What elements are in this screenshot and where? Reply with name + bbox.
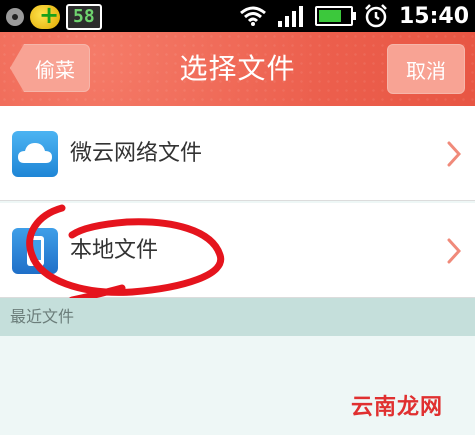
phone-icon <box>12 228 58 274</box>
status-bar: 58 <box>0 0 475 32</box>
section-header-recent: 最近文件 <box>0 298 475 336</box>
cancel-button[interactable]: 取消 <box>387 44 465 94</box>
signal-icon <box>277 5 305 27</box>
list-item-cloud-files[interactable]: 微云网络文件 <box>0 106 475 201</box>
status-badge: 58 <box>66 4 102 30</box>
record-icon <box>6 8 24 26</box>
title-bar: 选择文件 偷菜 取消 <box>0 32 475 106</box>
chevron-right-icon <box>447 238 461 264</box>
status-right: 15:40 <box>239 2 469 30</box>
alarm-icon <box>363 3 389 29</box>
list-item-local-files[interactable]: 本地文件 <box>0 203 475 298</box>
list-item-label: 微云网络文件 <box>70 141 203 166</box>
back-button[interactable]: 偷菜 <box>10 44 90 92</box>
clock: 15:40 <box>398 3 469 29</box>
battery-level <box>318 10 341 22</box>
plus-app-icon <box>30 1 60 29</box>
chevron-right-icon <box>447 141 461 167</box>
list-item-label: 本地文件 <box>70 238 159 263</box>
wifi-icon <box>239 5 267 27</box>
battery-icon <box>314 6 356 26</box>
watermark: 云南龙网 <box>350 395 443 420</box>
status-left: 58 <box>6 1 102 30</box>
cloud-icon <box>12 131 58 177</box>
